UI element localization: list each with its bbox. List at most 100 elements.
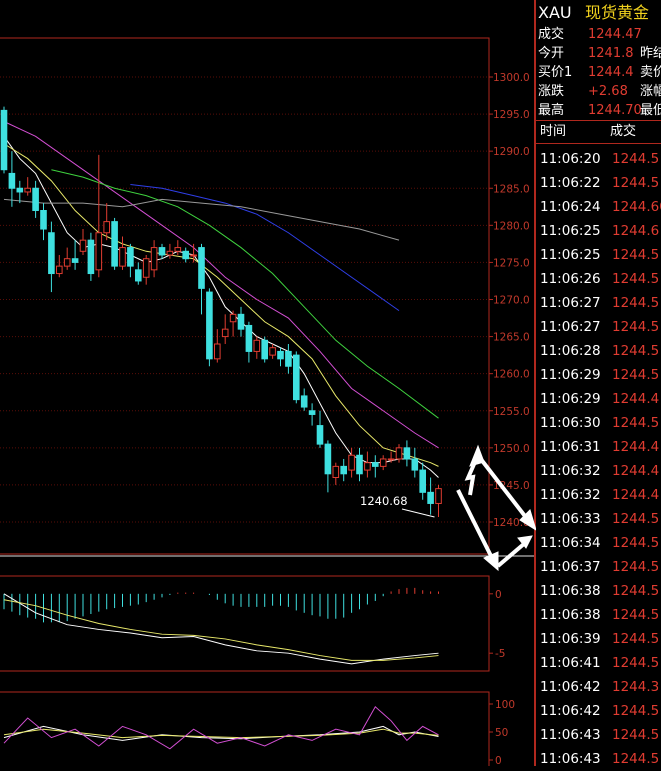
candle-body xyxy=(190,254,197,257)
y-tick-label: 1270.0 xyxy=(493,295,530,307)
tick-time: 11:06:22 xyxy=(540,175,601,191)
tick-price: 1244.5 xyxy=(612,367,660,383)
candle-body xyxy=(411,458,419,471)
candle-body xyxy=(379,458,387,467)
candle-body xyxy=(277,350,284,360)
candle-body xyxy=(63,258,71,267)
tick-price: 1244.5 xyxy=(612,607,660,623)
y-tick-label: 1285.0 xyxy=(493,183,530,195)
tick-price: 1244.4 xyxy=(612,463,660,479)
tick-time: 11:06:20 xyxy=(540,151,601,167)
candle-body xyxy=(214,343,221,360)
tick-time: 11:06:24 xyxy=(540,199,601,215)
candle-body xyxy=(166,250,174,256)
candle-body xyxy=(32,187,39,211)
ticks-header-price: 成交 xyxy=(610,124,637,139)
tick-row: 11:06:26 1244.5 xyxy=(536,267,661,291)
tick-row: 11:06:32 1244.4 xyxy=(536,459,661,483)
candle-body xyxy=(285,350,292,367)
tick-time: 11:06:37 xyxy=(540,559,601,575)
candle-body xyxy=(419,469,426,493)
candle-body xyxy=(387,458,395,461)
macd-y-tick-label: 0 xyxy=(495,589,502,601)
tick-time: 11:06:34 xyxy=(540,535,601,551)
candle-body xyxy=(95,232,103,271)
kdj-frame xyxy=(0,691,490,766)
tick-time: 11:06:38 xyxy=(540,583,601,599)
tick-row: 11:06:34 1244.5 xyxy=(536,531,661,555)
candle-body xyxy=(253,339,261,352)
candle-body xyxy=(79,239,87,252)
tick-time: 11:06:27 xyxy=(540,295,601,311)
tick-row: 11:06:43 1244.5 xyxy=(536,747,661,771)
tick-time: 11:06:41 xyxy=(540,655,601,671)
tick-row: 11:06:24 1244.60 xyxy=(536,195,661,219)
tick-time: 11:06:28 xyxy=(540,343,601,359)
candle-body xyxy=(119,247,126,267)
quote-row: 今开 1241.8 昨结 xyxy=(536,44,661,63)
tick-price: 1244.60 xyxy=(612,199,661,215)
tick-row: 11:06:25 1244.6 xyxy=(536,219,661,243)
annotation-pointer xyxy=(401,508,435,518)
y-tick-label: 1280.0 xyxy=(493,220,530,232)
tick-row: 11:06:28 1244.5 xyxy=(536,339,661,363)
tick-time: 11:06:27 xyxy=(540,319,601,335)
tick-price: 1244.4 xyxy=(612,391,660,407)
candle-body xyxy=(332,465,340,478)
macd-y-tick-label: -5 xyxy=(495,648,505,660)
tick-price: 1244.5 xyxy=(612,559,660,575)
tick-price: 1244.5 xyxy=(612,343,660,359)
candle-body xyxy=(40,210,47,230)
tick-row: 11:06:38 1244.5 xyxy=(536,579,661,603)
tick-time: 11:06:29 xyxy=(540,367,601,383)
candle-body xyxy=(435,488,442,504)
tick-time: 11:06:32 xyxy=(540,463,601,479)
main-frame xyxy=(0,37,490,555)
arrow-icon xyxy=(496,541,527,568)
low-price-annotation: 1240.68 xyxy=(360,494,408,508)
y-tick-label: 1300.0 xyxy=(493,72,530,84)
tick-row: 11:06:42 1244.3 xyxy=(536,675,661,699)
quote-label: 成交 xyxy=(538,27,565,42)
y-tick-label: 1295.0 xyxy=(493,109,530,121)
tick-price: 1244.5 xyxy=(612,631,660,647)
price-axis: 1300.0 1295.0 1290.0 1285.0 1280.0 1275.0 1270… xyxy=(489,72,530,529)
tick-row: 11:06:25 1244.5 xyxy=(536,243,661,267)
tick-time: 11:06:39 xyxy=(540,631,601,647)
candle-body xyxy=(127,247,134,267)
candle-body xyxy=(206,291,213,360)
candle-body xyxy=(356,454,363,475)
arrows-overlay xyxy=(456,444,536,572)
tick-row: 11:06:32 1244.4 xyxy=(536,483,661,507)
candle-body xyxy=(324,443,332,475)
divider xyxy=(536,143,661,144)
kdj-line-1 xyxy=(3,725,439,741)
tick-price: 1244.5 xyxy=(612,655,660,671)
candle-body xyxy=(56,265,63,275)
candle-body xyxy=(24,187,31,193)
symbol-header: XAU 现货黄金 xyxy=(536,1,661,25)
tick-time: 11:06:43 xyxy=(540,727,601,743)
tick-time: 11:06:32 xyxy=(540,487,601,503)
y-tick-label: 1250.0 xyxy=(493,443,530,455)
tick-row: 11:06:33 1244.5 xyxy=(536,507,661,531)
quote-value: 1244.4 xyxy=(588,65,634,80)
quote-label: 买价1 xyxy=(538,65,573,80)
kdj-y-tick-label: 0 xyxy=(495,755,502,766)
quote-row: 最高 1244.70 最低 xyxy=(536,101,661,120)
tick-row: 11:06:38 1244.5 xyxy=(536,603,661,627)
ma-line-3 xyxy=(3,121,439,449)
candle-body xyxy=(8,172,16,189)
candle-body xyxy=(372,462,379,467)
candle-body xyxy=(111,221,118,267)
candle-body xyxy=(0,109,8,171)
candle-body xyxy=(16,187,24,193)
kdj-y-tick-label: 50 xyxy=(495,727,508,739)
macd-line-2 xyxy=(3,599,439,661)
tick-row: 11:06:29 1244.5 xyxy=(536,363,661,387)
candle-body xyxy=(158,247,166,256)
ma-line-4 xyxy=(51,169,439,419)
candle-body xyxy=(71,258,79,263)
symbol-code: XAU xyxy=(538,3,572,22)
tick-price: 1244.5 xyxy=(612,415,660,431)
